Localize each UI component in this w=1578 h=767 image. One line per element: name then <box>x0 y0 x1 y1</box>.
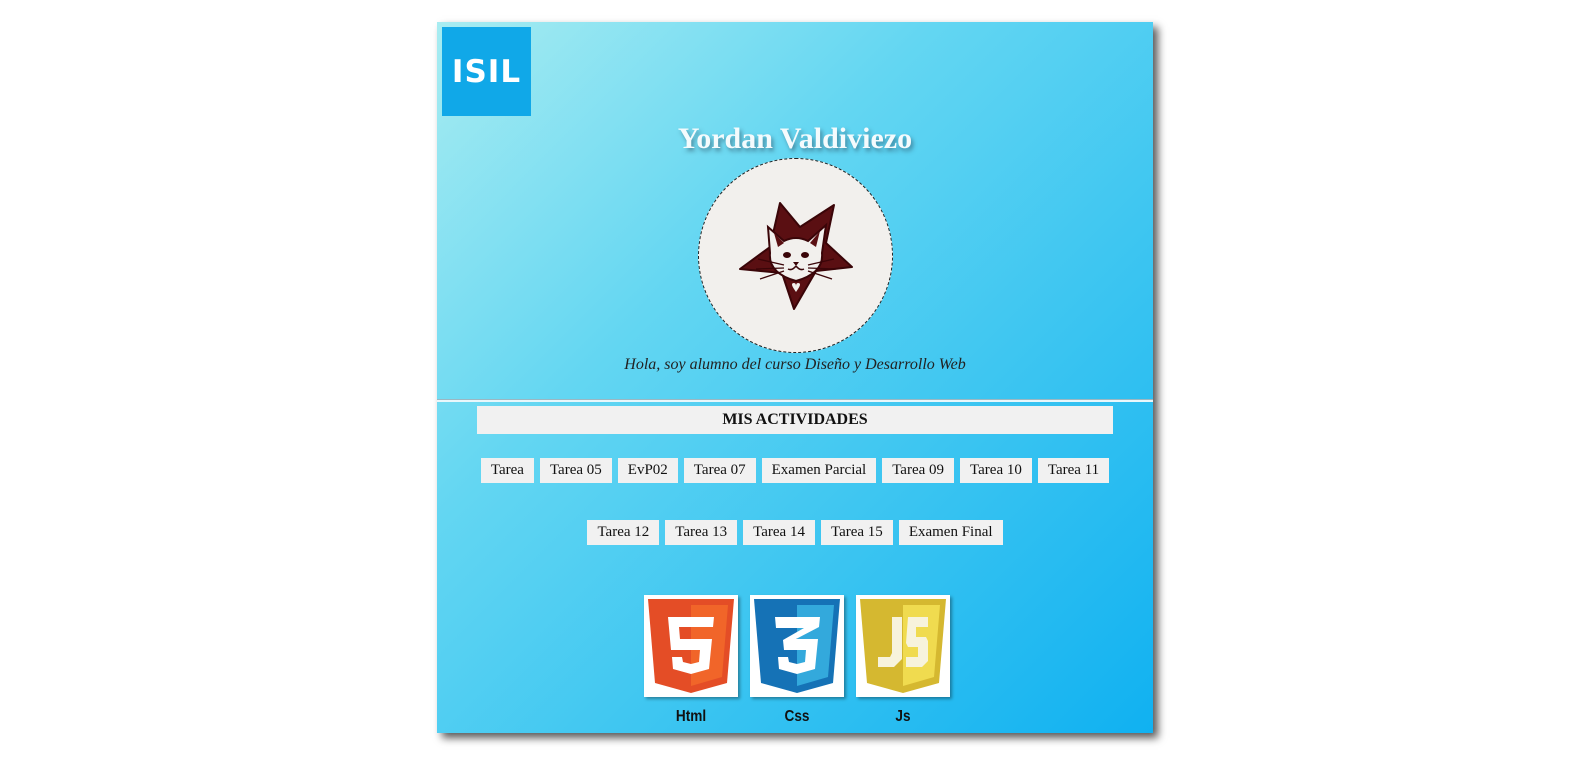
technology-css: Css <box>750 595 844 726</box>
intro-text: Hola, soy alumno del curso Diseño y Desa… <box>624 356 966 373</box>
activities-title: MIS ACTIVIDADES <box>477 406 1113 434</box>
js-icon <box>856 595 950 697</box>
technology-label: Html <box>675 708 707 725</box>
profile-card: ISIL Yordan Valdiviezo Hola, soy alumno … <box>437 22 1153 733</box>
activity-button-tarea-10[interactable]: Tarea 10 <box>960 458 1032 483</box>
activity-button-examen-parcial[interactable]: Examen Parcial <box>761 458 877 483</box>
isil-logo[interactable]: ISIL <box>442 27 531 116</box>
technology-html: Html <box>644 595 738 726</box>
activity-button-tarea-15[interactable]: Tarea 15 <box>820 520 893 545</box>
technology-js: Js <box>856 595 950 726</box>
css3-icon <box>750 595 844 697</box>
activity-button-tarea-14[interactable]: Tarea 14 <box>743 520 815 545</box>
activity-button-tarea-13[interactable]: Tarea 13 <box>665 520 738 545</box>
avatar <box>698 158 893 353</box>
activity-button-tarea-05[interactable]: Tarea 05 <box>539 458 612 483</box>
activity-button-tarea[interactable]: Tarea <box>480 458 534 483</box>
activity-button-tarea-12[interactable]: Tarea 12 <box>587 520 660 545</box>
student-name: Yordan Valdiviezo <box>677 122 913 155</box>
activity-button-tarea-11[interactable]: Tarea 11 <box>1037 458 1110 483</box>
divider <box>437 399 1153 402</box>
activity-button-evp02[interactable]: EvP02 <box>617 458 678 483</box>
html5-icon <box>644 595 738 697</box>
cat-star-icon <box>738 201 853 310</box>
activities-row-1: Tarea Tarea 05 EvP02 Tarea 07 Examen Par… <box>437 458 1153 483</box>
activity-button-examen-final[interactable]: Examen Final <box>898 520 1003 545</box>
activities-row-2: Tarea 12 Tarea 13 Tarea 14 Tarea 15 Exam… <box>437 520 1153 545</box>
technology-label: Js <box>895 708 911 725</box>
technology-list: Html Css Js <box>644 595 950 726</box>
technology-label: Css <box>784 708 810 725</box>
activity-button-tarea-09[interactable]: Tarea 09 <box>882 458 955 483</box>
activity-button-tarea-07[interactable]: Tarea 07 <box>683 458 756 483</box>
